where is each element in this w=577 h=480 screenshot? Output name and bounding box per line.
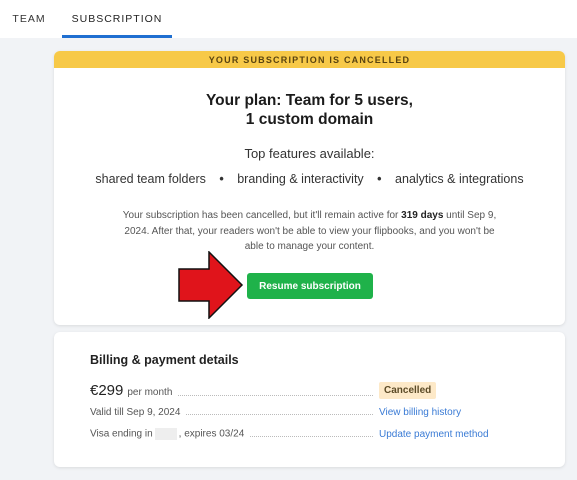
billing-card: Billing & payment details €299 per month … (54, 332, 565, 467)
features-list: shared team folders • branding & interac… (54, 172, 565, 186)
tab-subscription-label: SUBSCRIPTION (71, 13, 163, 25)
feature-separator: • (377, 172, 382, 186)
plan-title: Your plan: Team for 5 users, 1 custom do… (54, 91, 565, 129)
plan-card: YOUR SUBSCRIPTION IS CANCELLED Your plan… (54, 51, 565, 325)
feature-item: analytics & integrations (395, 172, 524, 186)
feature-item: shared team folders (95, 172, 206, 186)
update-payment-method-link[interactable]: Update payment method (379, 429, 501, 440)
cancellation-notice: Your subscription has been cancelled, bu… (114, 208, 505, 255)
red-arrow-icon (178, 251, 244, 319)
resume-subscription-button[interactable]: Resume subscription (247, 273, 373, 299)
card-prefix: Visa ending in (90, 428, 153, 440)
masked-card-digits (154, 428, 177, 440)
tab-active-indicator (62, 35, 172, 38)
notice-text-start: Your subscription has been cancelled, bu… (122, 210, 402, 221)
billing-title: Billing & payment details (90, 353, 239, 367)
price-row: €299 per month Cancelled (90, 382, 501, 399)
days-remaining: 319 days (401, 210, 444, 221)
price-value: €299 (90, 382, 124, 399)
price-block: €299 per month (90, 382, 172, 399)
feature-separator: • (219, 172, 224, 186)
plan-title-line1: Your plan: Team for 5 users, (205, 92, 413, 109)
status-badge: Cancelled (379, 382, 437, 399)
status-cell: Cancelled (379, 382, 501, 399)
price-period: per month (127, 387, 173, 398)
cancelled-banner: YOUR SUBSCRIPTION IS CANCELLED (54, 51, 565, 68)
tab-bar: TEAM SUBSCRIPTION (0, 0, 577, 38)
dotted-leader (250, 436, 373, 437)
card-suffix: , expires 03/24 (178, 428, 245, 440)
features-heading: Top features available: (244, 146, 375, 161)
payment-row: Visa ending in , expires 03/24 Update pay… (90, 428, 501, 440)
valid-till: Valid till Sep 9, 2024 (90, 407, 181, 418)
tab-team[interactable]: TEAM (0, 0, 58, 38)
validity-row: Valid till Sep 9, 2024 View billing hist… (90, 407, 501, 418)
view-billing-history-link[interactable]: View billing history (379, 407, 501, 418)
tab-subscription[interactable]: SUBSCRIPTION (62, 0, 172, 38)
card-info: Visa ending in , expires 03/24 (90, 428, 244, 440)
feature-item: branding & interactivity (237, 172, 364, 186)
dotted-leader (186, 414, 373, 415)
plan-title-line2: 1 custom domain (245, 111, 374, 128)
dotted-leader (178, 395, 373, 396)
